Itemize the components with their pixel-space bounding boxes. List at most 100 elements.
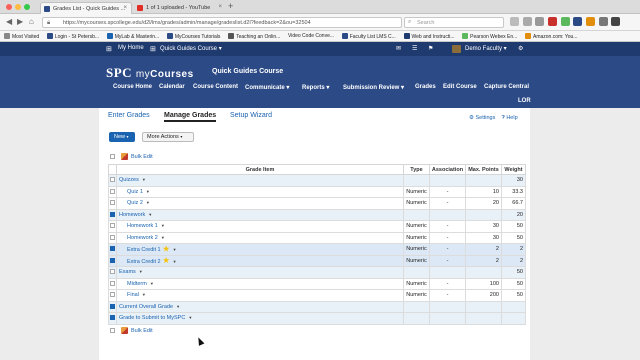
row-checkbox[interactable] (109, 188, 115, 194)
settings-link[interactable]: Settings (475, 115, 495, 121)
context-menu-chevron-down-icon[interactable]: ▼ (139, 269, 143, 274)
grade-item-link[interactable]: Final (127, 292, 139, 298)
my-home-link[interactable]: My Home (118, 45, 144, 51)
row-checkbox[interactable] (109, 315, 115, 321)
bookmark-item[interactable]: Login - St Petersb... (46, 31, 99, 40)
bookmark-item[interactable]: Video Code Conve... (288, 31, 334, 39)
reading-list-icon[interactable] (522, 17, 532, 26)
context-menu-chevron-down-icon[interactable]: ▼ (146, 200, 150, 205)
nav-communicate[interactable]: Communicate ▾ (245, 84, 289, 91)
row-checkbox[interactable] (109, 292, 115, 298)
bulk-edit-top[interactable]: Bulk Edit (110, 153, 153, 160)
alerts-icon[interactable]: ⚑ (428, 45, 433, 52)
row-checkbox[interactable] (109, 257, 115, 263)
bookmark-item[interactable]: Pearson Webex En... (462, 31, 517, 40)
context-menu-chevron-down-icon[interactable]: ▼ (173, 259, 177, 264)
bookmark-item[interactable]: MyLab & Masterin... (106, 31, 159, 40)
close-tab-icon[interactable]: × (123, 5, 127, 11)
course-grid-icon[interactable]: ⊞ (150, 45, 156, 53)
bookmark-item[interactable]: MyCourses Tutorials (166, 31, 220, 40)
bulk-edit-bottom[interactable]: Bulk Edit (110, 327, 153, 334)
browser-tab-grades[interactable]: Grades List - Quick Guides ... × (40, 2, 132, 14)
browser-tab-youtube[interactable]: 1 of 1 uploaded - YouTube × (134, 2, 226, 14)
context-menu-chevron-down-icon[interactable]: ▼ (146, 189, 150, 194)
home-icon[interactable]: ⌂ (29, 17, 34, 26)
grade-item-link[interactable]: Quiz 1 (127, 189, 143, 195)
nav-grades[interactable]: Grades (415, 84, 436, 90)
bookmark-item[interactable]: Amazon.com: You... (524, 31, 577, 40)
help-link[interactable]: Help (506, 115, 517, 121)
context-menu-chevron-down-icon[interactable]: ▼ (161, 223, 165, 228)
column-header-association[interactable]: Association (429, 164, 466, 175)
grade-item-link[interactable]: Exams (119, 269, 136, 275)
grade-item-link[interactable]: Extra Credit 1 (127, 247, 161, 253)
back-arrow-icon[interactable]: ◀ (6, 17, 12, 26)
extension-icon[interactable] (586, 17, 596, 26)
extension-icon[interactable] (573, 17, 583, 26)
browser-search-input[interactable]: ⌕ Search (404, 17, 504, 28)
spc-mycourses-logo[interactable]: SPC myCourses (106, 65, 194, 81)
url-bar[interactable]: 🔒︎ https://mycourses.spcollege.edu/d2l/l… (42, 17, 402, 28)
grade-item-link[interactable]: Current Overall Grade (119, 304, 173, 310)
bookmark-item[interactable]: Most Visited (4, 31, 39, 40)
bookmark-star-icon[interactable] (510, 17, 519, 26)
nav-course-content[interactable]: Course Content (193, 84, 238, 90)
bookmark-item[interactable]: Teaching an Onlin... (228, 31, 280, 40)
close-window-button[interactable] (6, 4, 12, 10)
column-header-type[interactable]: Type (403, 164, 430, 175)
more-actions-button[interactable]: More Actions ▾ (142, 132, 194, 142)
grid-icon[interactable]: ⊞ (106, 45, 112, 53)
user-menu[interactable]: Demo Faculty ▾ (465, 45, 507, 52)
row-checkbox[interactable] (109, 200, 115, 206)
row-checkbox[interactable] (109, 246, 115, 252)
bookmark-item[interactable]: Faculty List LMS C... (341, 31, 396, 40)
column-header-weight[interactable]: Weight (500, 164, 527, 175)
minimize-window-button[interactable] (15, 4, 21, 10)
new-tab-button[interactable]: + (228, 1, 233, 11)
nav-course-home[interactable]: Course Home (113, 84, 152, 90)
settings-gear-icon[interactable]: ⚙ (469, 115, 474, 121)
context-menu-chevron-down-icon[interactable]: ▼ (148, 212, 152, 217)
extension-icon[interactable] (548, 17, 558, 26)
context-menu-chevron-down-icon[interactable]: ▼ (173, 247, 177, 252)
column-header-grade-item[interactable]: Grade Item (115, 164, 405, 175)
help-icon[interactable]: ❓︎ (501, 115, 504, 121)
row-checkbox[interactable] (109, 269, 115, 275)
tab-manage-grades[interactable]: Manage Grades (164, 112, 217, 122)
close-tab-icon[interactable]: × (218, 4, 222, 10)
context-menu-chevron-down-icon[interactable]: ▼ (176, 304, 180, 309)
bookmark-item[interactable]: Web and Instructi... (403, 31, 454, 40)
messages-icon[interactable]: ✉ (396, 45, 401, 52)
context-menu-chevron-down-icon[interactable]: ▼ (188, 315, 192, 320)
grade-item-link[interactable]: Midterm (127, 281, 147, 287)
settings-gear-icon[interactable]: ⚙ (518, 45, 523, 52)
context-menu-chevron-down-icon[interactable]: ▼ (161, 235, 165, 240)
maximize-window-button[interactable] (24, 4, 30, 10)
nav-submission-review[interactable]: Submission Review ▾ (343, 84, 404, 91)
extension-icon[interactable] (560, 17, 570, 26)
grade-item-link[interactable]: Extra Credit 2 (127, 259, 161, 265)
row-checkbox[interactable] (109, 280, 115, 286)
tab-setup-wizard[interactable]: Setup Wizard (230, 112, 272, 119)
context-menu-chevron-down-icon[interactable]: ▼ (142, 292, 146, 297)
row-checkbox[interactable] (109, 223, 115, 229)
nav-reports[interactable]: Reports ▾ (302, 84, 329, 91)
grade-item-link[interactable]: Homework 2 (127, 235, 158, 241)
extension-icon[interactable] (598, 17, 608, 26)
context-menu-chevron-down-icon[interactable]: ▼ (150, 281, 154, 286)
column-header-max-points[interactable]: Max. Points (464, 164, 502, 175)
grade-item-link[interactable]: Grade to Submit to MySPC (119, 315, 185, 321)
grade-item-link[interactable]: Quizzes (119, 177, 139, 183)
course-selector[interactable]: Quick Guides Course ▾ (160, 45, 222, 52)
select-all-checkbox[interactable] (110, 328, 115, 333)
nav-edit-course[interactable]: Edit Course (443, 84, 477, 90)
nav-capture-central[interactable]: Capture Central (484, 84, 529, 90)
grade-item-link[interactable]: Homework 1 (127, 223, 158, 229)
downloads-icon[interactable] (535, 17, 545, 26)
grade-item-link[interactable]: Quiz 2 (127, 200, 143, 206)
context-menu-chevron-down-icon[interactable]: ▼ (142, 177, 146, 182)
nav-lor[interactable]: LOR (518, 98, 531, 104)
grade-item-link[interactable]: Homework (119, 212, 145, 218)
row-checkbox[interactable] (109, 303, 115, 309)
chat-icon[interactable]: ☰ (412, 45, 417, 52)
